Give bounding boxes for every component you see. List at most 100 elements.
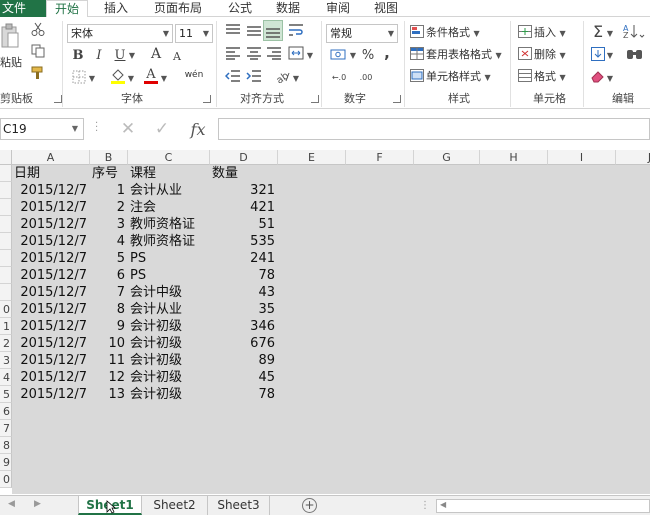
row-header[interactable] xyxy=(0,216,12,233)
chevron-down-icon[interactable]: ▼ xyxy=(605,48,615,62)
scroll-left-icon[interactable]: ◀ xyxy=(440,500,446,509)
data-cell[interactable]: 2015/12/7 xyxy=(12,233,90,250)
delete-cells-button[interactable]: 删除 ▼ xyxy=(518,47,566,64)
column-header[interactable]: F xyxy=(346,150,414,165)
alignment-launcher-icon[interactable] xyxy=(311,95,319,103)
data-cell[interactable]: 11 xyxy=(90,352,128,369)
sheet-tab-3[interactable]: Sheet3 xyxy=(208,496,270,515)
data-cell[interactable]: 8 xyxy=(90,301,128,318)
row-header[interactable]: 4 xyxy=(0,369,12,386)
data-cell[interactable]: 1 xyxy=(90,182,128,199)
align-right-icon[interactable] xyxy=(265,44,283,62)
copy-icon[interactable] xyxy=(30,43,46,59)
wrap-text-icon[interactable] xyxy=(287,21,305,39)
header-cell[interactable]: 序号 xyxy=(92,165,118,182)
chevron-down-icon[interactable]: ▼ xyxy=(87,71,97,85)
phonetic-icon[interactable]: wén xyxy=(182,66,206,84)
data-cell[interactable]: 会计初级 xyxy=(130,335,182,352)
row-header[interactable]: 2 xyxy=(0,335,12,352)
conditional-format-button[interactable]: 条件格式 ▼ xyxy=(410,25,480,42)
data-cell[interactable]: 2015/12/7 xyxy=(12,216,90,233)
column-header[interactable]: D xyxy=(210,150,278,165)
column-header[interactable]: H xyxy=(480,150,548,165)
data-cell[interactable]: 会计初级 xyxy=(130,318,182,335)
chevron-down-icon[interactable]: ▼ xyxy=(605,71,615,85)
font-size-select[interactable]: 11 ▼ xyxy=(175,24,213,43)
data-cell[interactable]: 12 xyxy=(90,369,128,386)
data-cell[interactable]: 421 xyxy=(210,199,278,216)
row-header[interactable]: 0 xyxy=(0,471,12,488)
autosum-button[interactable]: Σ xyxy=(590,22,606,41)
tab-insert[interactable]: 插入 xyxy=(104,0,128,17)
data-cell[interactable]: 6 xyxy=(90,267,128,284)
format-cells-button[interactable]: 格式 ▼ xyxy=(518,69,566,86)
column-header[interactable]: B xyxy=(90,150,128,165)
row-header[interactable]: 9 xyxy=(0,454,12,471)
sheet-tab-2[interactable]: Sheet2 xyxy=(142,496,208,515)
tab-split-handle-icon[interactable]: ⋮ xyxy=(420,500,430,511)
row-header[interactable]: 1 xyxy=(0,318,12,335)
row-header[interactable]: 5 xyxy=(0,386,12,403)
data-cell[interactable]: 注会 xyxy=(130,199,156,216)
tab-home[interactable]: 开始 xyxy=(46,0,89,18)
chevron-down-icon[interactable]: ▼ xyxy=(159,71,169,85)
tab-review[interactable]: 审阅 xyxy=(326,0,350,17)
cell-styles-button[interactable]: 单元格样式 ▼ xyxy=(410,69,491,86)
data-cell[interactable]: 5 xyxy=(90,250,128,267)
data-cell[interactable]: 35 xyxy=(210,301,278,318)
tab-file[interactable]: 文件 xyxy=(0,0,46,17)
decrease-decimal-button[interactable]: .00 xyxy=(355,69,377,85)
orientation-icon[interactable]: ab xyxy=(273,67,291,85)
tab-data[interactable]: 数据 xyxy=(276,0,300,17)
fill-down-icon[interactable] xyxy=(590,45,606,63)
data-cell[interactable]: 2015/12/7 xyxy=(12,369,90,386)
data-cell[interactable]: 会计从业 xyxy=(130,301,182,318)
insert-function-button[interactable]: fx xyxy=(186,119,210,139)
align-middle-icon[interactable] xyxy=(245,21,263,39)
formula-input[interactable] xyxy=(218,118,650,140)
data-cell[interactable]: 教师资格证 xyxy=(130,216,195,233)
data-cell[interactable]: 3 xyxy=(90,216,128,233)
align-top-icon[interactable] xyxy=(224,21,242,39)
paste-icon[interactable] xyxy=(0,23,20,51)
data-cell[interactable]: 2015/12/7 xyxy=(12,199,90,216)
row-header[interactable]: 8 xyxy=(0,437,12,454)
prev-sheet-icon[interactable]: ◀ xyxy=(8,499,15,509)
column-header[interactable]: I xyxy=(548,150,616,165)
data-cell[interactable]: 9 xyxy=(90,318,128,335)
data-cell[interactable]: 2015/12/7 xyxy=(12,318,90,335)
clear-icon[interactable] xyxy=(590,67,606,85)
font-launcher-icon[interactable] xyxy=(203,95,211,103)
row-header[interactable] xyxy=(0,284,12,301)
grow-font-button[interactable]: A xyxy=(149,46,163,62)
data-cell[interactable]: 会计初级 xyxy=(130,386,182,403)
data-cell[interactable]: 2015/12/7 xyxy=(12,250,90,267)
data-cell[interactable]: 2015/12/7 xyxy=(12,301,90,318)
data-cell[interactable]: 241 xyxy=(210,250,278,267)
font-color-button[interactable]: A xyxy=(143,66,159,86)
data-cell[interactable]: PS xyxy=(130,250,146,267)
row-header[interactable] xyxy=(0,199,12,216)
align-left-icon[interactable] xyxy=(224,44,242,62)
font-name-select[interactable]: 宋体 ▼ xyxy=(67,24,173,43)
chevron-down-icon[interactable]: ▼ xyxy=(291,71,301,85)
clipboard-launcher-icon[interactable] xyxy=(54,95,62,103)
cut-icon[interactable] xyxy=(30,21,46,37)
column-header[interactable]: G xyxy=(414,150,480,165)
data-cell[interactable]: 89 xyxy=(210,352,278,369)
data-cell[interactable]: 78 xyxy=(210,267,278,284)
format-as-table-button[interactable]: 套用表格格式 ▼ xyxy=(410,47,502,64)
insert-cells-button[interactable]: 插入 ▼ xyxy=(518,25,566,42)
column-header[interactable]: E xyxy=(278,150,346,165)
chevron-down-icon[interactable]: ▼ xyxy=(126,71,136,85)
data-cell[interactable]: 2015/12/7 xyxy=(12,284,90,301)
data-cell[interactable]: 2015/12/7 xyxy=(12,335,90,352)
next-sheet-icon[interactable]: ▶ xyxy=(34,499,41,509)
data-cell[interactable]: 535 xyxy=(210,233,278,250)
fill-color-icon[interactable] xyxy=(110,67,126,85)
data-cell[interactable]: 7 xyxy=(90,284,128,301)
data-cell[interactable]: 2015/12/7 xyxy=(12,267,90,284)
data-cell[interactable]: 会计中级 xyxy=(130,284,182,301)
chevron-down-icon[interactable]: ▼ xyxy=(605,26,615,40)
paste-label[interactable]: 粘贴 xyxy=(0,55,22,71)
